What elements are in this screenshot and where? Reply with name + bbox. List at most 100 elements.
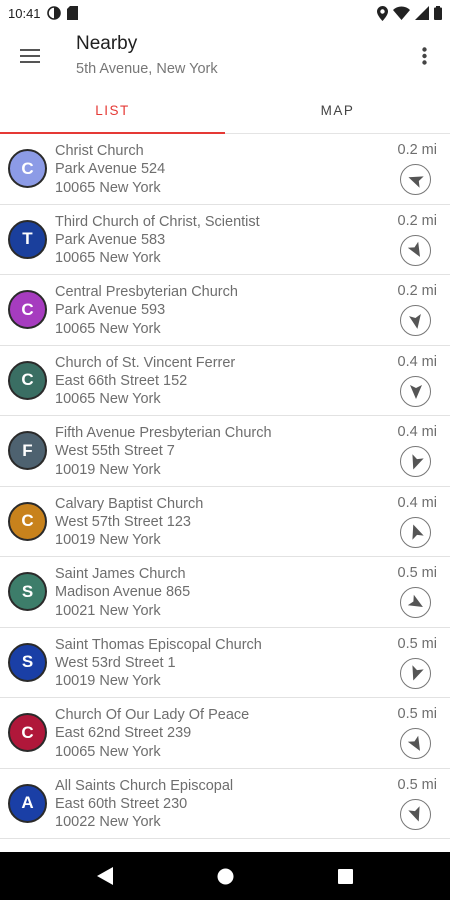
place-city: 10065 New York <box>55 743 161 760</box>
place-name: Third Church of Christ, Scientist <box>55 213 260 230</box>
place-list-item[interactable]: A All Saints Church Episcopal East 60th … <box>0 769 450 839</box>
place-street: East 62nd Street 239 <box>55 725 192 742</box>
place-city: 10065 New York <box>55 320 161 337</box>
place-name: Church Of Our Lady Of Peace <box>55 707 250 723</box>
place-street: West 53rd Street 1 <box>55 654 176 671</box>
status-time: 10:41 <box>8 5 41 21</box>
status-bar: 10:41 <box>0 0 450 26</box>
place-street: Park Avenue 593 <box>55 302 166 319</box>
place-list-item[interactable]: C Christ Church Park Avenue 524 10065 Ne… <box>0 134 450 205</box>
navigation-arrow-icon <box>407 735 420 751</box>
place-distance: 0.4 mi <box>397 424 438 440</box>
app-bar: Nearby 5th Avenue, New York <box>0 26 450 88</box>
place-city: 10065 New York <box>55 250 161 267</box>
directions-button[interactable] <box>400 305 431 336</box>
place-list-item[interactable]: C Calvary Baptist Church West 57th Stree… <box>0 487 450 557</box>
directions-button[interactable] <box>400 446 431 477</box>
place-name: Central Presbyterian Church <box>55 284 238 300</box>
directions-button[interactable] <box>400 164 431 195</box>
place-avatar: C <box>8 290 47 329</box>
place-city: 10065 New York <box>55 391 161 408</box>
navigation-arrow-icon <box>407 241 420 257</box>
tab-list[interactable]: LIST <box>0 88 225 134</box>
place-list-item[interactable]: T Third Church of Christ, Scientist Park… <box>0 205 450 275</box>
place-avatar: C <box>8 501 47 541</box>
tab-bar: LIST MAP <box>0 88 450 134</box>
place-distance: 0.5 mi <box>397 776 438 793</box>
wifi-icon <box>393 6 410 20</box>
place-street: Madison Avenue 865 <box>55 584 191 601</box>
place-details: All Saints Church Episcopal East 60th St… <box>55 777 233 832</box>
place-avatar: T <box>8 219 47 259</box>
place-city: 10065 New York <box>55 179 161 196</box>
place-distance: 0.5 mi <box>397 635 438 652</box>
place-city: 10022 New York <box>55 814 161 831</box>
place-details: Calvary Baptist Church West 57th Street … <box>55 495 203 550</box>
place-street: East 66th Street 152 <box>55 372 188 389</box>
directions-button[interactable] <box>400 375 431 407</box>
place-distance: 0.5 mi <box>397 706 438 722</box>
place-distance: 0.2 mi <box>397 283 438 299</box>
nav-back-button[interactable] <box>97 867 113 885</box>
more-vert-icon <box>421 47 427 65</box>
place-list-item[interactable]: C Central Presbyterian Church Park Avenu… <box>0 275 450 346</box>
place-distance: 0.4 mi <box>397 353 438 370</box>
place-city: 10021 New York <box>55 602 161 619</box>
place-street: East 60th Street 230 <box>55 795 188 812</box>
navigation-arrow-icon <box>407 594 423 607</box>
place-city: 10019 New York <box>55 461 161 478</box>
sd-card-icon <box>66 6 78 20</box>
nav-home-button[interactable] <box>217 868 234 885</box>
place-avatar: S <box>8 642 47 682</box>
data-saver-icon <box>46 6 61 20</box>
place-city: 10019 New York <box>55 532 161 549</box>
navigation-arrow-icon <box>407 806 420 822</box>
directions-button[interactable] <box>400 516 431 548</box>
back-triangle-icon <box>97 867 113 885</box>
navigation-arrow-icon <box>411 665 424 681</box>
system-navigation-bar <box>0 852 450 900</box>
place-list-item[interactable]: C Church of St. Vincent Ferrer East 66th… <box>0 346 450 416</box>
place-details: Fifth Avenue Presbyterian Church West 55… <box>55 424 272 479</box>
directions-button[interactable] <box>400 234 431 266</box>
place-name: Church of St. Vincent Ferrer <box>55 354 236 371</box>
place-list-item[interactable]: S Saint Thomas Episcopal Church West 53r… <box>0 628 450 698</box>
page-title: Nearby <box>76 33 138 54</box>
place-list-item[interactable]: S Saint James Church Madison Avenue 865 … <box>0 557 450 628</box>
nav-recents-button[interactable] <box>338 868 353 884</box>
place-street: West 57th Street 123 <box>55 513 191 530</box>
place-name: Saint James Church <box>55 566 186 582</box>
directions-button[interactable] <box>400 728 431 759</box>
place-list-item[interactable]: C Church Of Our Lady Of Peace East 62nd … <box>0 698 450 769</box>
place-street: Park Avenue 524 <box>55 161 166 178</box>
directions-button[interactable] <box>400 657 431 689</box>
place-details: Saint Thomas Episcopal Church West 53rd … <box>55 636 262 691</box>
location-icon <box>377 5 388 21</box>
directions-button[interactable] <box>400 587 431 618</box>
place-avatar: S <box>8 572 47 611</box>
place-name: All Saints Church Episcopal <box>55 777 234 794</box>
place-distance: 0.2 mi <box>397 142 438 158</box>
hamburger-menu-icon <box>20 49 40 63</box>
battery-icon <box>434 6 442 20</box>
place-avatar: C <box>8 713 47 752</box>
directions-button[interactable] <box>400 798 431 830</box>
place-details: Church Of Our Lady Of Peace East 62nd St… <box>55 706 249 761</box>
place-name: Fifth Avenue Presbyterian Church <box>55 425 272 441</box>
place-name: Saint Thomas Episcopal Church <box>55 636 262 653</box>
place-details: Church of St. Vincent Ferrer East 66th S… <box>55 354 235 409</box>
navigation-arrow-icon <box>407 175 424 188</box>
place-name: Christ Church <box>55 143 144 159</box>
place-distance: 0.4 mi <box>397 494 438 511</box>
navigation-arrow-icon <box>411 453 424 470</box>
signal-icon <box>415 6 429 20</box>
menu-button[interactable] <box>14 40 46 72</box>
place-details: Third Church of Christ, Scientist Park A… <box>55 213 260 268</box>
tab-map[interactable]: MAP <box>225 88 450 133</box>
place-list-item[interactable]: F Fifth Avenue Presbyterian Church West … <box>0 416 450 487</box>
location-subtitle: 5th Avenue, New York <box>76 61 218 77</box>
place-details: Central Presbyterian Church Park Avenue … <box>55 283 238 338</box>
more-options-button[interactable] <box>408 40 440 72</box>
place-name: Calvary Baptist Church <box>55 495 204 512</box>
place-avatar: A <box>8 783 47 823</box>
